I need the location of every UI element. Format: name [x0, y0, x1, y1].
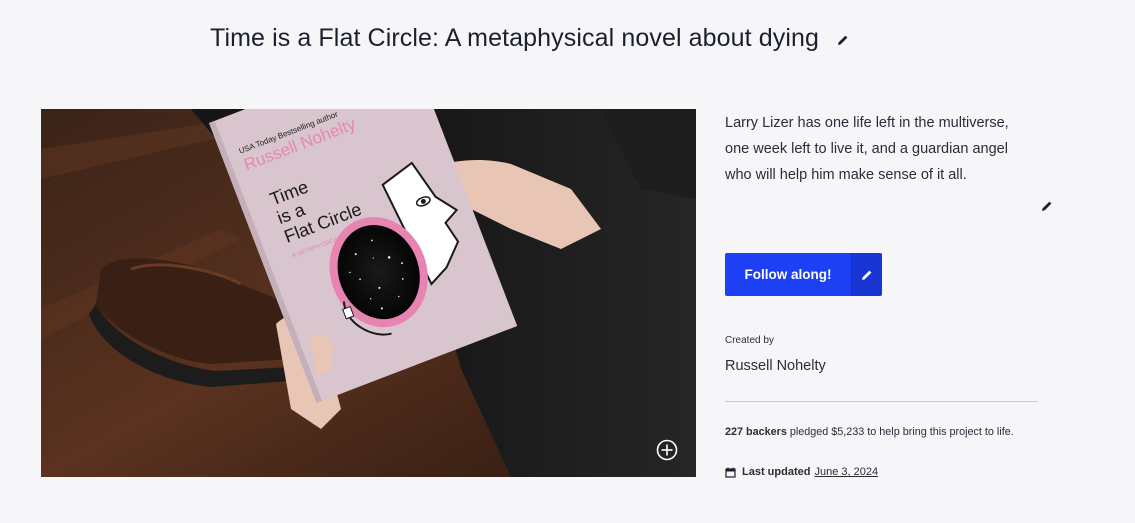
project-description: Larry Lizer has one life left in the mul…	[725, 115, 1009, 183]
page-title: Time is a Flat Circle: A metaphysical no…	[210, 23, 820, 52]
pencil-icon	[1042, 201, 1052, 211]
follow-button-group: Follow along!	[725, 253, 882, 296]
calendar-icon	[725, 467, 736, 478]
plus-circle-icon	[656, 439, 678, 461]
expand-image-button[interactable]	[656, 439, 678, 461]
edit-description-button[interactable]	[1037, 196, 1057, 216]
last-updated-date[interactable]: June 3, 2024	[814, 466, 878, 478]
project-hero-image[interactable]: USA Today Bestselling author Russell Noh…	[41, 109, 696, 477]
book-photo: USA Today Bestselling author Russell Noh…	[41, 109, 696, 477]
pencil-icon	[862, 270, 872, 280]
last-updated: Last updated June 3, 2024	[725, 466, 878, 478]
creator-name[interactable]: Russell Nohelty	[725, 358, 826, 374]
follow-button[interactable]: Follow along!	[725, 253, 851, 296]
backers-text: pledged $5,233 to help bring this projec…	[786, 426, 1014, 438]
backers-summary: 227 backers pledged $5,233 to help bring…	[725, 425, 1035, 440]
divider	[725, 401, 1038, 402]
edit-title-button[interactable]	[833, 30, 853, 50]
project-page: Time is a Flat Circle: A metaphysical no…	[0, 0, 1135, 523]
created-by-label: Created by	[725, 335, 774, 346]
pencil-icon	[838, 35, 848, 45]
title-row: Time is a Flat Circle: A metaphysical no…	[210, 18, 853, 58]
edit-follow-button[interactable]	[851, 253, 882, 296]
last-updated-label: Last updated	[742, 466, 811, 478]
backers-count: 227 backers	[725, 426, 787, 438]
